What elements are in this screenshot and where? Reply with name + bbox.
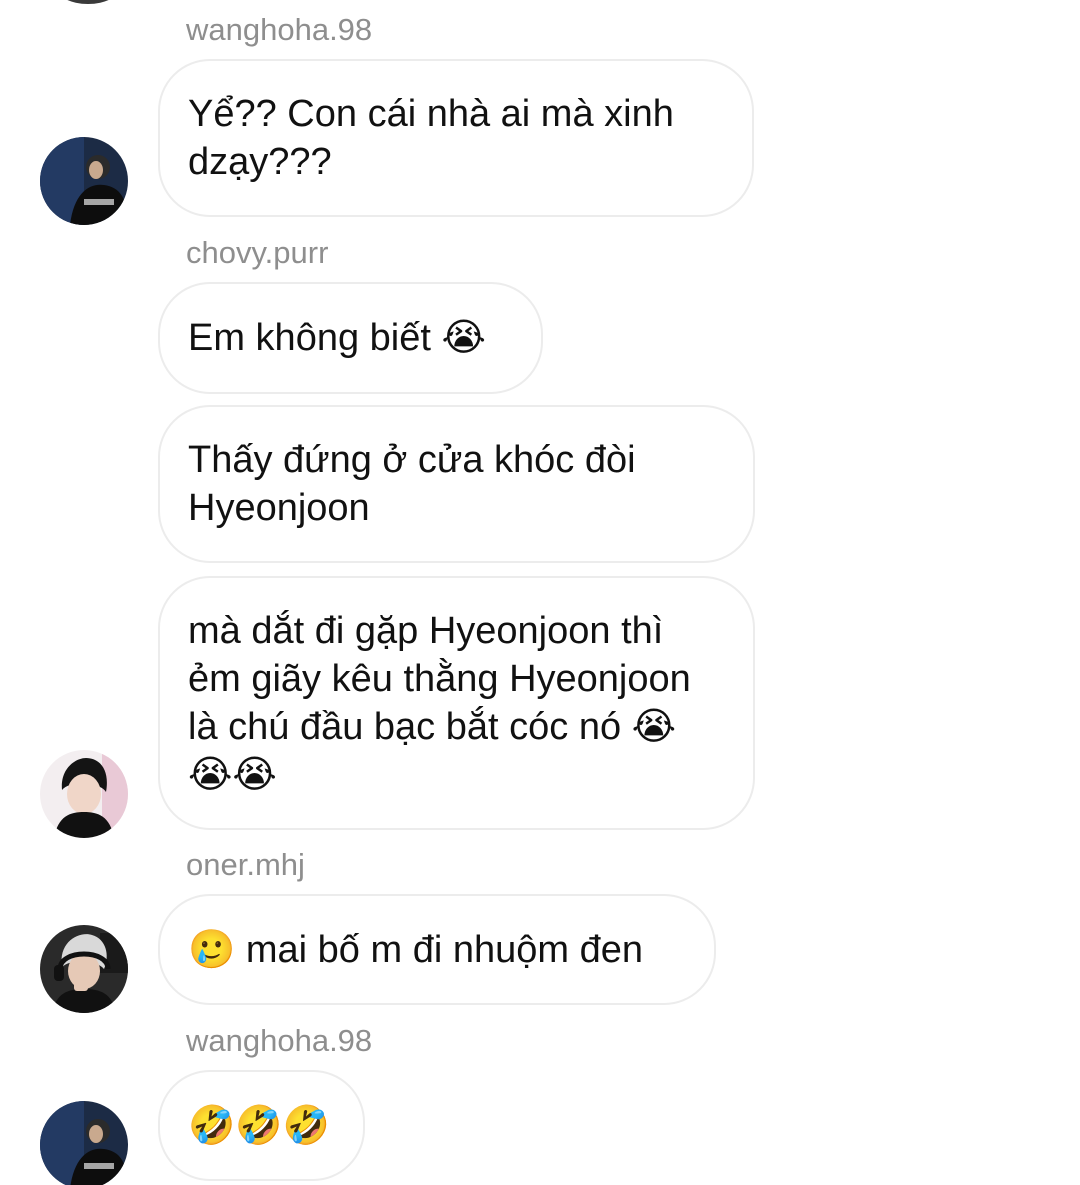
light-profile-avatar-icon[interactable] — [40, 750, 128, 838]
message-bubble[interactable]: Yể?? Con cái nhà ai mà xinh dzạy??? — [158, 59, 754, 217]
dark-profile-avatar-icon[interactable] — [40, 137, 128, 225]
sender-username[interactable]: wanghoha.98 — [186, 1023, 372, 1059]
sender-username[interactable]: wanghoha.98 — [186, 12, 372, 48]
message-bubble[interactable]: Em không biết 😭 — [158, 282, 543, 394]
chat-thread: wanghoha.98 Yể?? Con cái nhà ai mà xinh … — [0, 0, 1080, 1185]
message-bubble[interactable]: Thấy đứng ở cửa khóc đòi Hyeonjoon — [158, 405, 755, 563]
message-text: Yể?? Con cái nhà ai mà xinh dzạy??? — [188, 93, 674, 183]
message-text: 🥲 mai bố m đi nhuộm đen — [188, 928, 643, 971]
sender-username[interactable]: chovy.purr — [186, 235, 328, 271]
avatar-partial-top — [56, 0, 120, 4]
headset-profile-avatar-icon[interactable] — [40, 925, 128, 1013]
message-bubble[interactable]: 🤣🤣🤣 — [158, 1070, 365, 1181]
message-bubble[interactable]: 🥲 mai bố m đi nhuộm đen — [158, 894, 716, 1005]
message-text: Thấy đứng ở cửa khóc đòi Hyeonjoon — [188, 439, 636, 529]
message-text: 🤣🤣🤣 — [188, 1104, 330, 1147]
dark-profile-avatar-icon[interactable] — [40, 1101, 128, 1185]
sender-username[interactable]: oner.mhj — [186, 847, 305, 883]
message-text: mà dắt đi gặp Hyeonjoon thì ẻm giãy kêu … — [188, 610, 691, 796]
message-text: Em không biết 😭 — [188, 317, 486, 359]
message-bubble[interactable]: mà dắt đi gặp Hyeonjoon thì ẻm giãy kêu … — [158, 576, 755, 830]
